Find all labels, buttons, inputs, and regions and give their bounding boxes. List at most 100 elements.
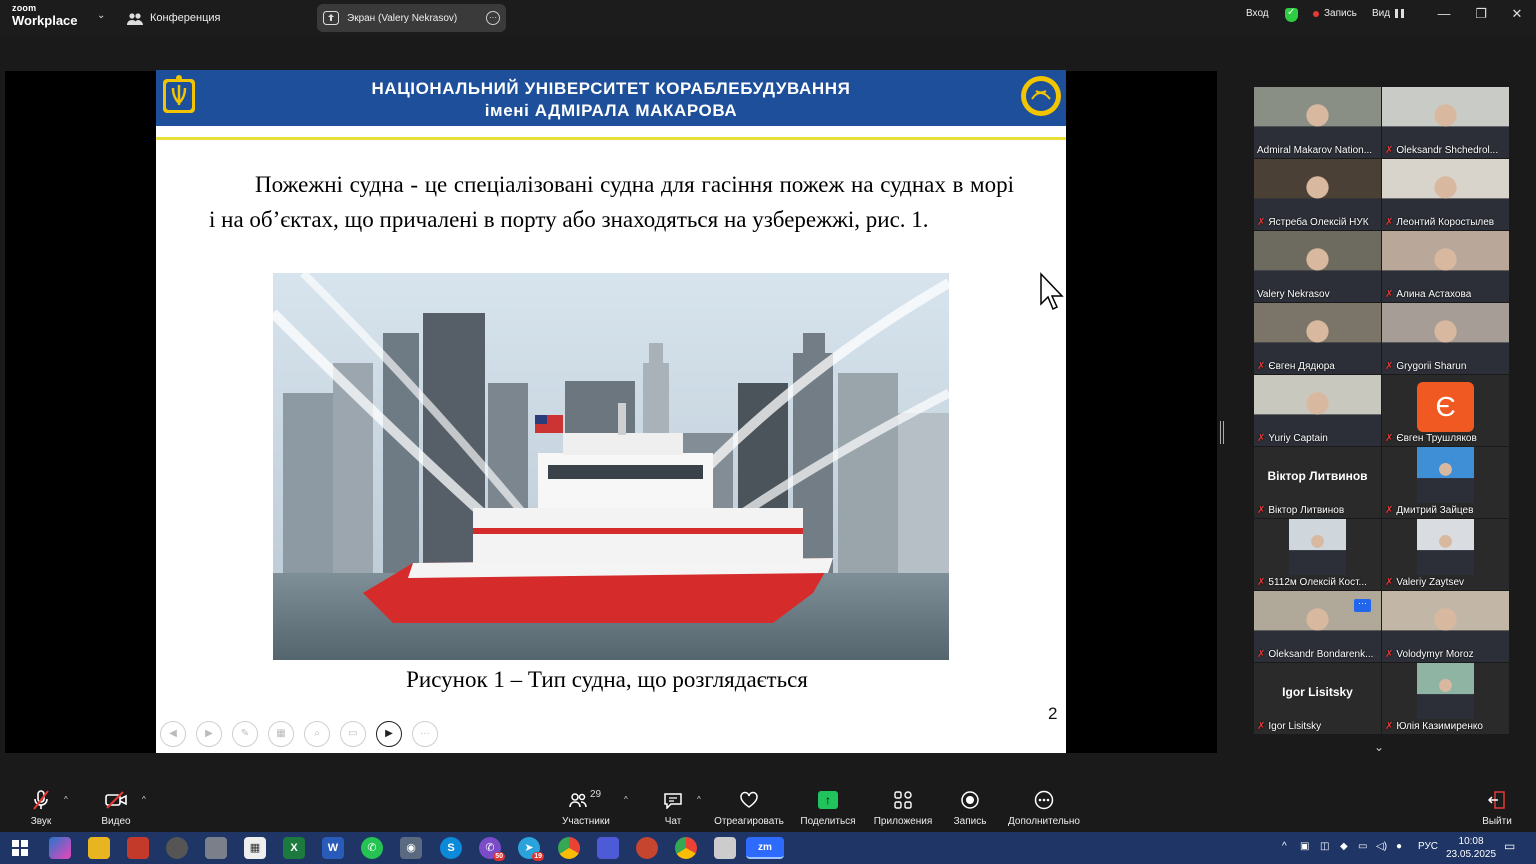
- security-shield-icon[interactable]: [1285, 7, 1298, 22]
- windows-start-icon[interactable]: [9, 837, 31, 859]
- network-icon[interactable]: ▭: [1358, 841, 1367, 852]
- whatsapp-icon[interactable]: ✆: [361, 837, 383, 859]
- calculator-icon[interactable]: ▦: [244, 837, 266, 859]
- body-paragraph: Пожежні судна - це спеціалізовані судна …: [209, 172, 1014, 232]
- participants-count: 29: [589, 788, 602, 800]
- viber-icon[interactable]: ✆ 50: [479, 837, 505, 861]
- participant-tile[interactable]: ✗ Yuriy Captain: [1254, 375, 1381, 446]
- system-clock[interactable]: 10:08 23.05.2025: [1446, 835, 1496, 861]
- archive-icon[interactable]: [597, 837, 619, 859]
- participant-tile[interactable]: ··· ✗ Oleksandr Bondarenk...: [1254, 591, 1381, 662]
- close-icon[interactable]: ✕: [1507, 6, 1527, 22]
- participant-tile[interactable]: ✗ Дмитрий Зайцев: [1382, 447, 1509, 518]
- leave-button[interactable]: Выйти: [1480, 789, 1514, 827]
- participants-icon: [569, 793, 587, 808]
- chevron-down-icon[interactable]: ⌄: [97, 10, 109, 22]
- chat-button[interactable]: Чат: [660, 789, 686, 827]
- camera-icon[interactable]: ▶: [376, 721, 402, 747]
- next-slide-icon[interactable]: ▶: [196, 721, 222, 747]
- slides-grid-icon[interactable]: ▦: [268, 721, 294, 747]
- file-explorer-icon[interactable]: [88, 837, 110, 859]
- participant-label: ✗ Леонтий Коростылев: [1385, 217, 1494, 228]
- mic-muted-icon: ✗: [1385, 145, 1394, 156]
- participant-tile[interactable]: ✗ Valeriy Zaytsev: [1382, 519, 1509, 590]
- apps-button[interactable]: Приложения: [872, 789, 934, 827]
- skype-icon[interactable]: S: [440, 837, 462, 859]
- participant-tile[interactable]: ✗ Леонтий Коростылев: [1382, 159, 1509, 230]
- more-button[interactable]: Дополнительно: [1006, 789, 1082, 827]
- clock-time: 10:08: [1458, 836, 1484, 847]
- participant-label: ✗ Дмитрий Зайцев: [1385, 505, 1473, 516]
- panel-resize-handle[interactable]: [1220, 421, 1224, 444]
- tray-security-icon[interactable]: ◆: [1340, 841, 1348, 852]
- camera-app-icon[interactable]: ◉: [400, 837, 422, 859]
- chat-options-caret-icon[interactable]: ^: [697, 795, 701, 804]
- participant-tile[interactable]: Igor Lisitsky ✗ Igor Lisitsky: [1254, 663, 1381, 734]
- participant-name: Yuriy Captain: [1268, 433, 1328, 444]
- subtitles-icon[interactable]: ▭: [340, 721, 366, 747]
- participant-tile[interactable]: ✗ Євген Дядюра: [1254, 303, 1381, 374]
- audio-button[interactable]: Звук: [26, 789, 56, 827]
- tray-globe-icon[interactable]: ●: [1396, 841, 1402, 852]
- signin-link[interactable]: Вход: [1246, 8, 1269, 19]
- tray-flag-icon[interactable]: ▣: [1300, 841, 1309, 852]
- chrome-icon[interactable]: [558, 837, 580, 859]
- presentation-window-icon[interactable]: [714, 837, 736, 859]
- gallery-scroll-down-icon[interactable]: ⌄: [1374, 740, 1384, 754]
- tile-options-icon[interactable]: ···: [1354, 599, 1371, 612]
- participant-tile[interactable]: Valery Nekrasov: [1254, 231, 1381, 302]
- recording-indicator[interactable]: Запись: [1313, 8, 1357, 19]
- device-manager-icon[interactable]: [205, 837, 227, 859]
- pen-icon[interactable]: ✎: [232, 721, 258, 747]
- participant-tile[interactable]: Admiral Makarov Nation...: [1254, 87, 1381, 158]
- more-options-icon[interactable]: ···: [412, 721, 438, 747]
- screen-share-tab[interactable]: Экран (Valery Nekrasov) ···: [317, 4, 506, 32]
- participant-video: [1417, 447, 1474, 503]
- copilot-icon[interactable]: [49, 837, 71, 859]
- zoom-taskbar-icon[interactable]: zm: [746, 837, 784, 859]
- participant-tile[interactable]: ✗ Oleksandr Shchedrol...: [1382, 87, 1509, 158]
- participants-options-caret-icon[interactable]: ^: [624, 795, 628, 804]
- zoom-logo[interactable]: zoom Workplace: [12, 4, 78, 28]
- video-button[interactable]: Видео: [100, 789, 132, 827]
- slide-body-text: Пожежні судна - це спеціалізовані судна …: [209, 167, 1014, 237]
- chrome-profile-icon[interactable]: [675, 837, 697, 859]
- volume-icon[interactable]: ◁): [1376, 841, 1387, 852]
- share-button[interactable]: ↑ Поделиться: [800, 789, 856, 827]
- participant-tile[interactable]: Є ✗ Євген Трушляков: [1382, 375, 1509, 446]
- notifications-icon[interactable]: ▭: [1504, 839, 1515, 853]
- meeting-tab[interactable]: Конференция: [127, 8, 220, 28]
- audio-options-caret-icon[interactable]: ^: [64, 795, 68, 804]
- tray-usb-icon[interactable]: ◫: [1320, 841, 1329, 852]
- mic-muted-icon: ✗: [1385, 361, 1394, 372]
- record-button[interactable]: Запись: [952, 789, 988, 827]
- participant-tile[interactable]: ✗ Ястреба Олексій НУК: [1254, 159, 1381, 230]
- participant-tile[interactable]: ✗ 5112м Олексій Кост...: [1254, 519, 1381, 590]
- participant-tile[interactable]: ✗ Юлія Казимиренко: [1382, 663, 1509, 734]
- excel-icon[interactable]: X: [283, 837, 305, 859]
- react-button[interactable]: Отреагировать: [714, 789, 784, 827]
- media-player-icon[interactable]: [166, 837, 188, 859]
- participant-tile[interactable]: ✗ Volodymyr Moroz: [1382, 591, 1509, 662]
- winrar-icon[interactable]: [127, 837, 149, 859]
- prev-slide-icon[interactable]: ◀: [160, 721, 186, 747]
- zoom-icon[interactable]: ⌕: [304, 721, 330, 747]
- participants-button[interactable]: 29 Участники: [562, 788, 610, 828]
- mic-muted-icon: ✗: [1257, 649, 1266, 660]
- minimize-icon[interactable]: —: [1434, 6, 1454, 21]
- video-options-caret-icon[interactable]: ^: [142, 795, 146, 804]
- word-icon[interactable]: W: [322, 837, 344, 859]
- more-options-icon[interactable]: ···: [486, 11, 500, 25]
- mic-muted-icon: ✗: [1385, 649, 1394, 660]
- tray-overflow-icon[interactable]: ^: [1282, 841, 1287, 852]
- telegram-icon[interactable]: ➤ 19: [518, 837, 544, 861]
- participant-tile[interactable]: ✗ Алина Астахова: [1382, 231, 1509, 302]
- participant-tile[interactable]: ✗ Grygorii Sharun: [1382, 303, 1509, 374]
- apps-icon: [894, 791, 912, 809]
- participant-name: Valery Nekrasov: [1257, 289, 1330, 300]
- pen-app-icon[interactable]: [636, 837, 658, 859]
- input-language[interactable]: РУС: [1418, 841, 1438, 852]
- restore-icon[interactable]: ❐: [1471, 6, 1491, 22]
- view-menu[interactable]: Вид: [1372, 8, 1405, 19]
- participant-tile[interactable]: Віктор Литвинов ✗ Віктор Литвинов: [1254, 447, 1381, 518]
